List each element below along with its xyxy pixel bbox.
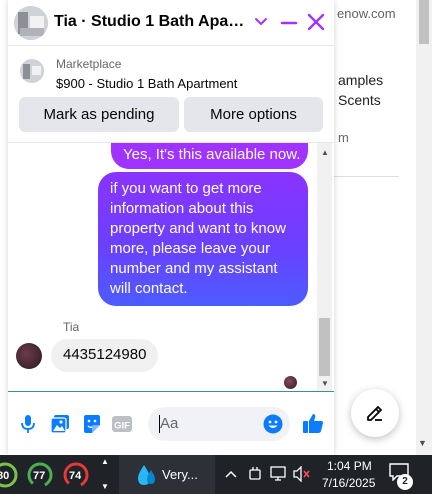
- taskbar-app-label: Very...: [162, 467, 198, 482]
- chat-window: Tia · Studio 1 Bath Apartm… Marketplace …: [8, 0, 334, 455]
- gif-icon[interactable]: GIF: [111, 414, 133, 434]
- taskbar-clock-time[interactable]: 1:04 PM: [327, 459, 372, 473]
- taskbar-widget-value: 80: [0, 470, 10, 482]
- marketplace-listing-row[interactable]: Marketplace $900 - Studio 1 Bath Apartme…: [8, 52, 334, 92]
- meet-now-icon[interactable]: [248, 466, 262, 482]
- outgoing-message[interactable]: if you want to get more information abou…: [98, 172, 308, 306]
- background-title-line-1: amples: [338, 72, 384, 88]
- sender-avatar[interactable]: [16, 343, 42, 369]
- like-icon[interactable]: [302, 412, 324, 434]
- page-scroll-down-arrow-icon[interactable]: ▼: [418, 438, 427, 448]
- message-composer: GIF Aa: [8, 400, 334, 450]
- listing-price-title: $900 - Studio 1 Bath Apartment: [56, 76, 238, 91]
- background-url-text: enow.com: [337, 6, 396, 21]
- background-divider: [333, 176, 399, 177]
- message-input-placeholder: Aa: [160, 415, 179, 432]
- mark-as-pending-button[interactable]: Mark as pending: [19, 97, 179, 132]
- scroll-down-arrow-icon[interactable]: ▼: [321, 379, 329, 388]
- compose-icon: [367, 406, 382, 421]
- scroll-up-arrow-icon[interactable]: ▲: [321, 148, 329, 157]
- sender-name: Tia: [63, 320, 80, 334]
- taskbar-scroll-up-icon[interactable]: ▲: [101, 457, 109, 466]
- more-options-button[interactable]: More options: [184, 97, 323, 132]
- marketplace-label: Marketplace: [56, 57, 122, 71]
- chat-header[interactable]: Tia · Studio 1 Bath Apartm…: [8, 0, 334, 46]
- message-thread[interactable]: Yes, It's this available now. if you wan…: [8, 142, 334, 392]
- message-scrollbar[interactable]: ▲ ▼: [317, 143, 332, 391]
- volume-muted-icon[interactable]: [293, 466, 311, 482]
- background-article-title[interactable]: amples Scents: [338, 70, 383, 110]
- background-meta-text: m: [338, 130, 349, 145]
- taskbar-clock-date[interactable]: 7/16/2025: [322, 476, 375, 490]
- background-title-line-2: Scents: [338, 92, 381, 108]
- taskbar: 80 77 74 ▲ ▼ Very... 1:04 PM 7/16/2025 2: [0, 455, 432, 494]
- chevron-up-icon[interactable]: [224, 468, 238, 480]
- emoji-icon[interactable]: [263, 414, 283, 434]
- taskbar-widget-value: 77: [33, 470, 46, 482]
- chevron-down-icon[interactable]: [252, 13, 270, 31]
- close-icon[interactable]: [306, 12, 326, 32]
- seen-indicator-avatar: [284, 376, 297, 389]
- water-drop-icon: [138, 465, 155, 485]
- page-scrollbar-thumb[interactable]: [419, 0, 429, 44]
- listing-avatar[interactable]: [14, 6, 48, 40]
- sticker-icon[interactable]: [81, 414, 101, 434]
- network-icon[interactable]: [270, 466, 288, 482]
- listing-photo-icon: [20, 59, 44, 83]
- page-scrollbar[interactable]: [416, 0, 432, 455]
- incoming-message[interactable]: 4435124980: [51, 339, 159, 372]
- listing-small-thumbnail: [20, 59, 44, 83]
- message-scrollbar-thumb[interactable]: [319, 318, 330, 376]
- notification-count-badge: 2: [397, 474, 413, 490]
- photo-icon[interactable]: [50, 414, 70, 434]
- minimize-icon[interactable]: [280, 13, 298, 31]
- taskbar-scroll-down-icon[interactable]: ▼: [101, 482, 109, 491]
- microphone-icon[interactable]: [20, 414, 36, 434]
- outgoing-message[interactable]: Yes, It's this available now.: [111, 143, 308, 169]
- listing-thumbnail-image: [14, 6, 48, 40]
- taskbar-widget-value: 74: [69, 470, 82, 482]
- message-input[interactable]: Aa: [148, 407, 290, 441]
- gif-icon-label: GIF: [114, 421, 130, 432]
- chat-title[interactable]: Tia · Studio 1 Bath Apartm…: [54, 13, 250, 31]
- new-message-button[interactable]: [351, 389, 399, 437]
